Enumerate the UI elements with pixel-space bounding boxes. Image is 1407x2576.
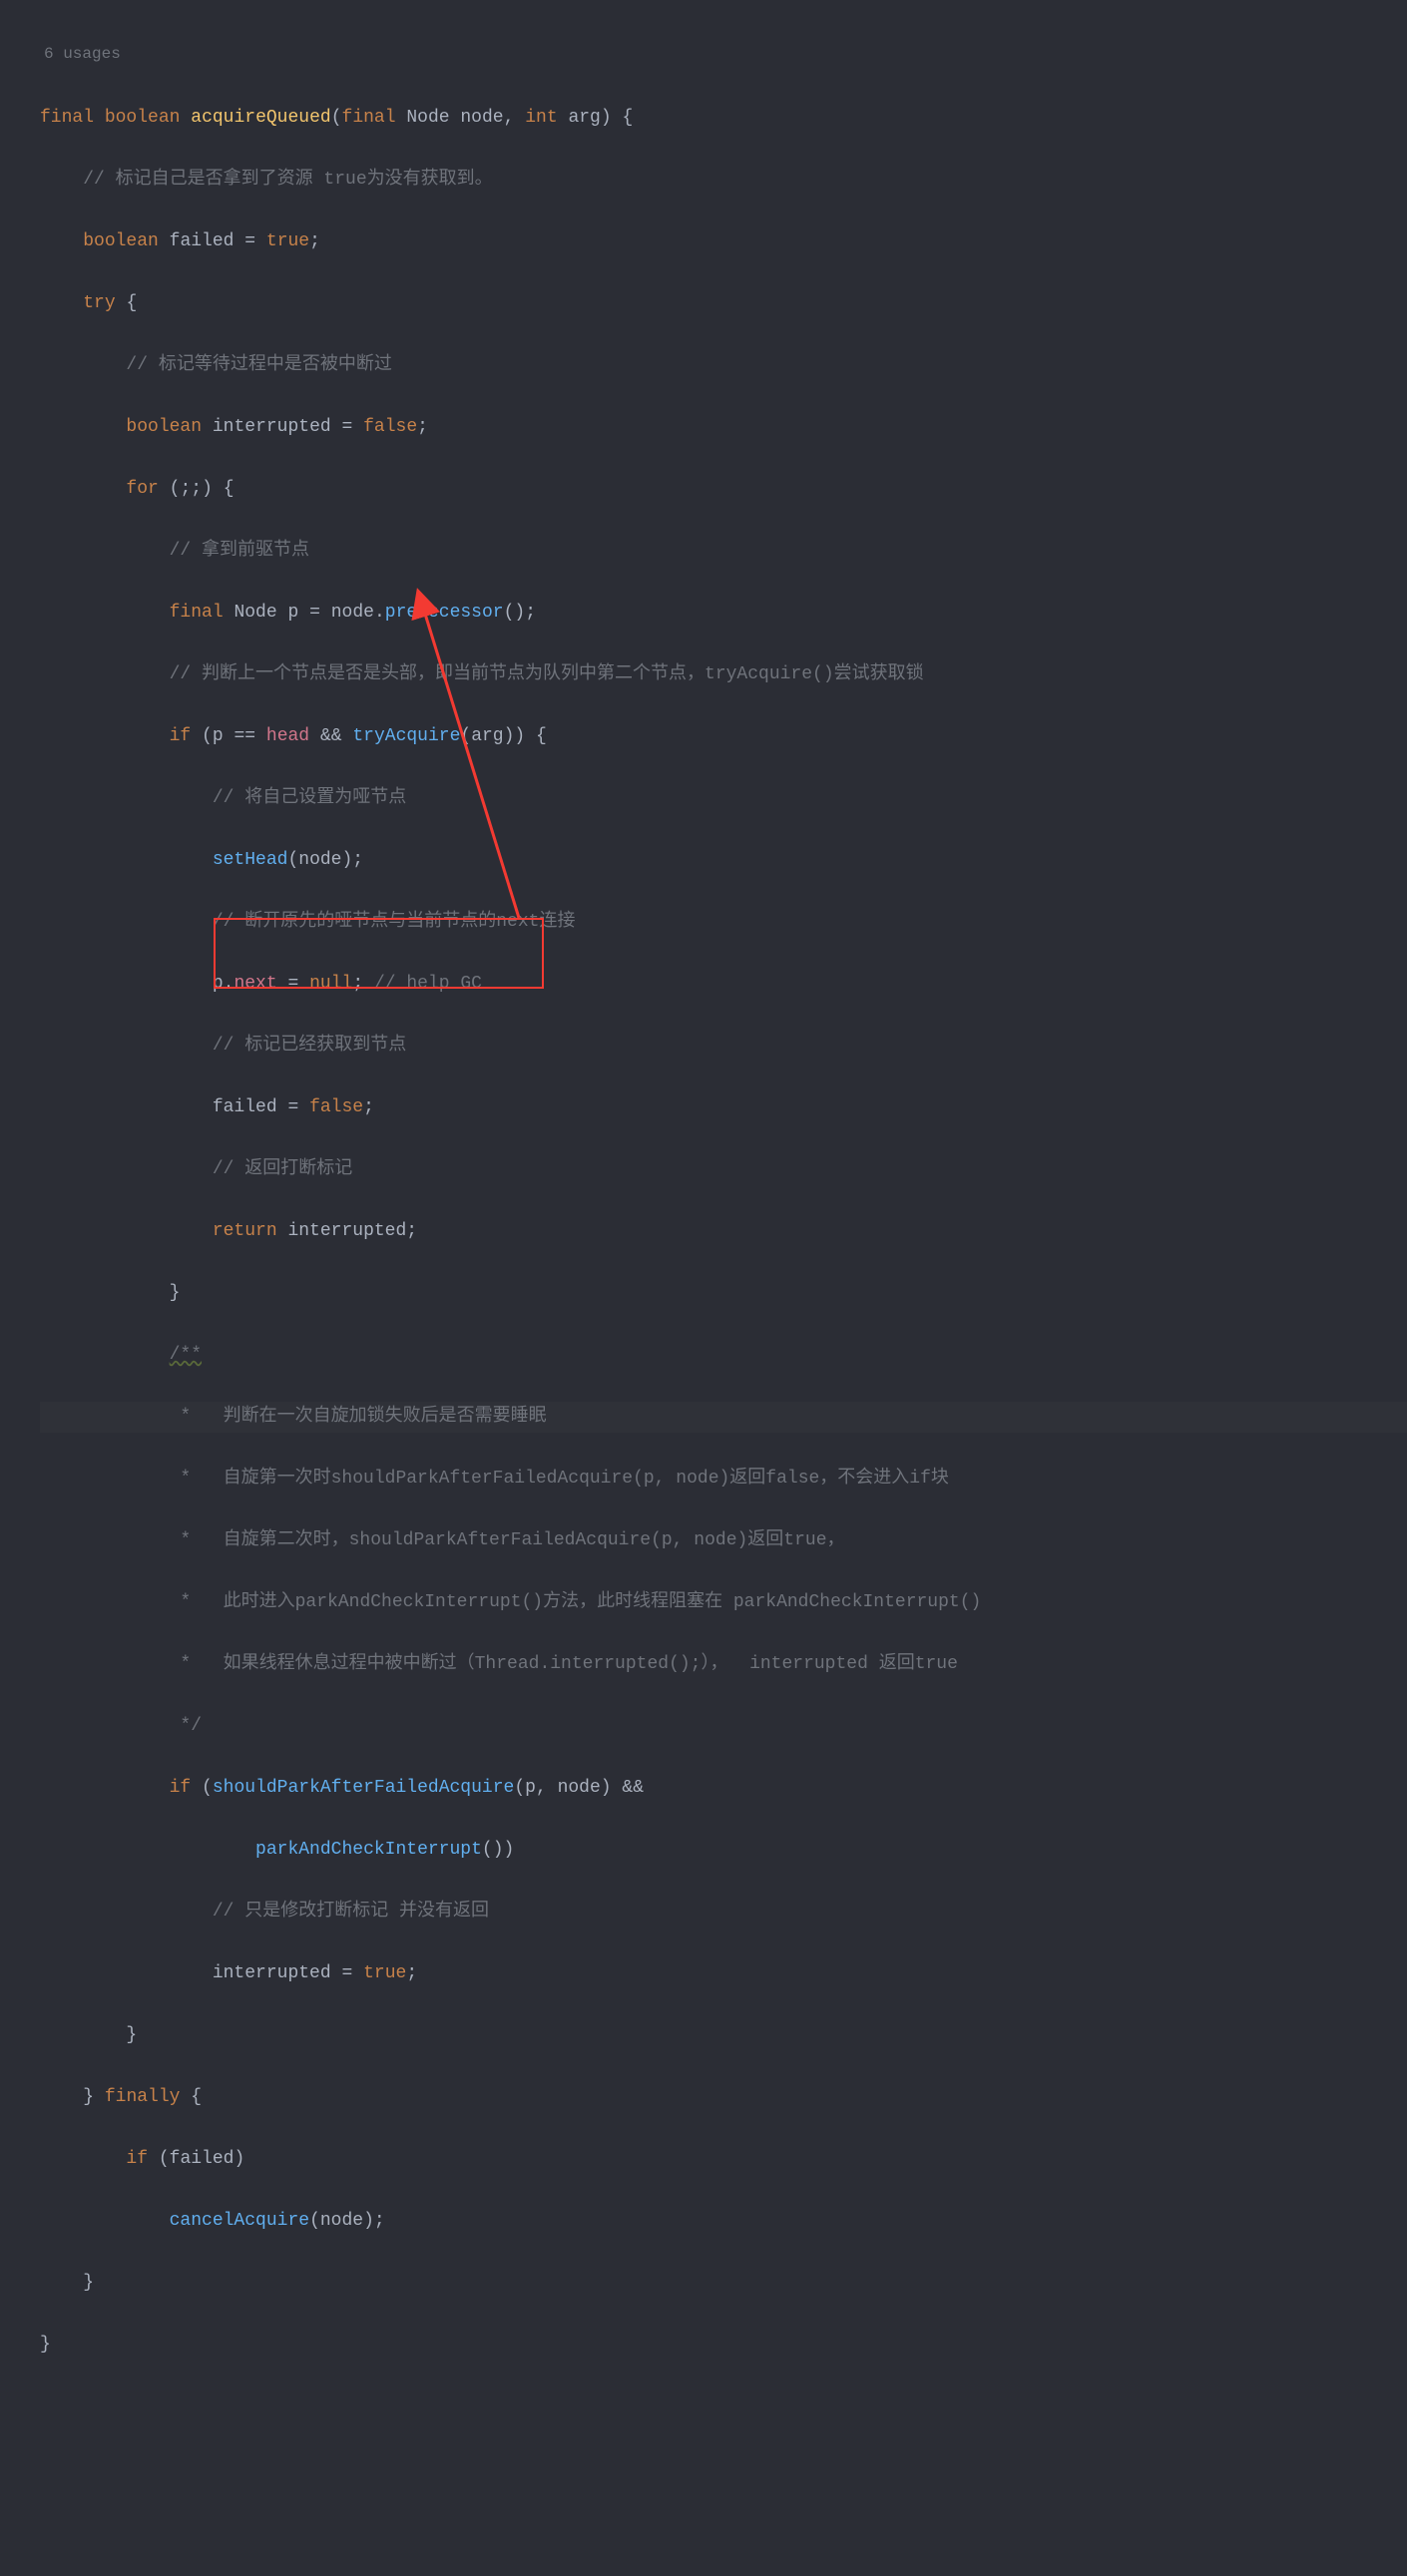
code-line: * 如果线程休息过程中被中断过（Thread.interrupted();）， … [40,1649,1407,1680]
code-line: } [40,2330,1407,2361]
code-line: for (;;) { [40,474,1407,505]
code-line: final boolean acquireQueued(final Node n… [40,103,1407,134]
code-line: interrupted = true; [40,1958,1407,1989]
code-line: // 将自己设置为哑节点 [40,783,1407,814]
code-line: // 标记自己是否拿到了资源 true为没有获取到。 [40,165,1407,196]
code-line: failed = false; [40,1092,1407,1123]
code-line: if (failed) [40,2144,1407,2175]
code-line: parkAndCheckInterrupt()) [40,1835,1407,1866]
code-line: return interrupted; [40,1216,1407,1247]
code-line: boolean interrupted = false; [40,412,1407,443]
code-line: cancelAcquire(node); [40,2206,1407,2237]
code-line: setHead(node); [40,845,1407,876]
code-line: /** [40,1340,1407,1371]
code-line: try { [40,288,1407,319]
code-line: // 标记已经获取到节点 [40,1031,1407,1062]
code-line: } [40,2020,1407,2051]
code-line: // 断开原先的哑节点与当前节点的next连接 [40,907,1407,938]
code-line: p.next = null; // help GC [40,969,1407,1000]
code-line: */ [40,1711,1407,1742]
code-line: * 自旋第二次时，shouldParkAfterFailedAcquire(p,… [40,1525,1407,1556]
code-editor[interactable]: 6 usages final boolean acquireQueued(fin… [0,0,1407,2576]
code-line: boolean failed = true; [40,226,1407,257]
code-line: // 返回打断标记 [40,1154,1407,1185]
code-line: // 标记等待过程中是否被中断过 [40,350,1407,381]
code-line: final Node p = node.predecessor(); [40,598,1407,629]
code-line: * 此时进入parkAndCheckInterrupt()方法，此时线程阻塞在 … [40,1587,1407,1618]
code-line: if (p == head && tryAcquire(arg)) { [40,721,1407,752]
code-line: // 判断上一个节点是否是头部，即当前节点为队列中第二个节点，tryAcquir… [40,659,1407,690]
usages-hint[interactable]: 6 usages [44,39,1407,70]
code-line: } [40,2268,1407,2299]
code-line: } finally { [40,2082,1407,2113]
code-line: if (shouldParkAfterFailedAcquire(p, node… [40,1773,1407,1804]
code-line: // 拿到前驱节点 [40,536,1407,567]
code-line: } [40,1278,1407,1309]
code-line: * 判断在一次自旋加锁失败后是否需要睡眠 [40,1402,1407,1433]
code-line: // 只是修改打断标记 并没有返回 [40,1897,1407,1928]
code-line: * 自旋第一次时shouldParkAfterFailedAcquire(p, … [40,1464,1407,1495]
